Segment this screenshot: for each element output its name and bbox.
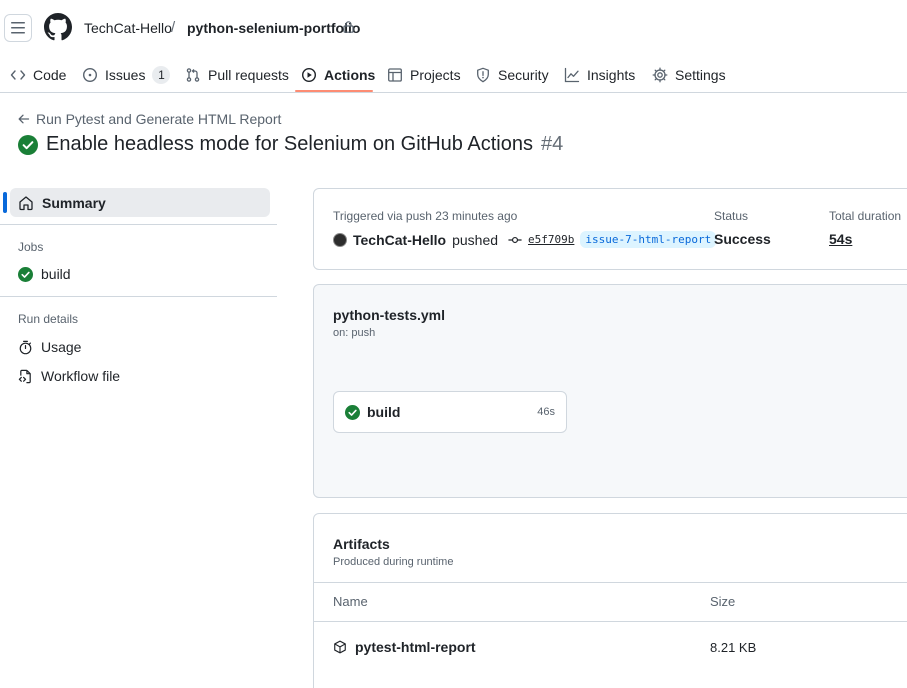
issue-icon — [82, 67, 98, 82]
sidebar-item-summary[interactable]: Summary — [10, 188, 270, 217]
workflow-file-name: python-tests.yml — [333, 307, 446, 323]
branch-label[interactable]: issue-7-html-report — [580, 231, 717, 248]
tab-insights[interactable]: Insights — [564, 56, 635, 93]
tab-settings[interactable]: Settings — [652, 56, 726, 93]
avatar[interactable] — [333, 232, 347, 247]
github-logo-icon[interactable] — [44, 13, 72, 41]
tab-actions[interactable]: Actions — [301, 56, 375, 93]
commit-icon — [508, 236, 522, 243]
run-number: #4 — [540, 133, 564, 155]
breadcrumb-separator: / — [171, 19, 176, 36]
pull-request-icon — [186, 67, 200, 82]
status-label: Status — [714, 209, 749, 223]
tab-pull-requests-label: Pull requests — [208, 66, 289, 83]
tab-projects-label: Projects — [410, 66, 461, 83]
workflow-name: Run Pytest and Generate HTML Report — [36, 111, 282, 127]
commit-sha-link[interactable]: e5f709b — [528, 233, 574, 246]
job-name: build — [367, 404, 401, 420]
table-icon — [388, 67, 402, 82]
sidebar-item-workflow-file[interactable]: Workflow file — [18, 368, 120, 384]
sidebar-build-label: build — [41, 266, 71, 282]
tab-issues-label: Issues — [105, 66, 146, 83]
breadcrumb-owner-link[interactable]: TechCat-Hello — [84, 20, 172, 36]
tab-security[interactable]: Security — [475, 56, 549, 93]
action-text: pushed — [452, 231, 499, 248]
active-tab-indicator — [295, 90, 373, 92]
workflow-graph-card: python-tests.yml on: push build 46s — [313, 284, 907, 498]
tab-insights-label: Insights — [587, 66, 636, 83]
workflow-back-link[interactable]: Run Pytest and Generate HTML Report — [18, 111, 281, 127]
sidebar-jobs-heading: Jobs — [18, 240, 44, 254]
tab-issues[interactable]: Issues 1 — [82, 56, 171, 93]
package-icon — [334, 640, 346, 654]
artifacts-card: Artifacts Produced during runtime Name S… — [313, 513, 907, 688]
artifacts-column-name: Name — [333, 594, 368, 609]
arrow-left-icon — [18, 114, 30, 124]
play-icon — [301, 67, 317, 82]
tab-actions-label: Actions — [324, 66, 376, 83]
run-title-text: Enable headless mode for Selenium on Git… — [46, 133, 533, 155]
code-icon — [10, 69, 26, 80]
stopwatch-icon — [19, 340, 32, 354]
workflow-trigger: on: push — [333, 327, 376, 339]
sidebar-item-usage[interactable]: Usage — [18, 339, 81, 355]
sidebar-divider — [0, 296, 277, 297]
trigger-text: Triggered via push 23 minutes ago — [333, 209, 518, 223]
sidebar-summary-label: Summary — [42, 194, 106, 211]
tab-projects[interactable]: Projects — [387, 56, 461, 93]
graph-icon — [564, 67, 580, 82]
hamburger-icon — [11, 22, 25, 34]
tab-pull-requests[interactable]: Pull requests — [185, 56, 289, 93]
home-icon — [19, 195, 33, 210]
actor-link[interactable]: TechCat-Hello — [353, 232, 446, 248]
gear-icon — [652, 67, 668, 82]
tab-security-label: Security — [498, 66, 549, 83]
artifacts-subtitle: Produced during runtime — [333, 556, 454, 568]
sidebar-item-build[interactable]: build — [18, 266, 71, 282]
issues-count-badge: 1 — [152, 65, 171, 84]
run-title: Enable headless mode for Selenium on Git… — [18, 133, 563, 156]
breadcrumb-repo-link[interactable]: python-selenium-portfolio — [187, 20, 360, 36]
artifact-size: 8.21 KB — [710, 640, 757, 655]
sidebar-workflow-file-label: Workflow file — [41, 368, 121, 384]
tab-code[interactable]: Code — [10, 56, 66, 93]
status-value: Success — [714, 231, 771, 247]
duration-label: Total duration — [829, 209, 902, 223]
run-summary-card: Triggered via push 23 minutes ago TechCa… — [313, 188, 907, 270]
sidebar-active-indicator — [3, 192, 7, 213]
table-row: pytest-html-report — [333, 639, 476, 655]
hamburger-menu-button[interactable] — [4, 14, 32, 42]
table-divider — [314, 621, 907, 622]
repo-nav-tabs: Code Issues 1 Pull requests Actions Proj… — [0, 56, 907, 93]
check-circle-filled-icon — [18, 134, 38, 155]
job-duration: 46s — [537, 406, 555, 418]
sidebar-divider — [0, 224, 277, 225]
trigger-line: TechCat-Hello pushed e5f709b issue-7-htm… — [333, 231, 717, 248]
artifacts-title: Artifacts — [333, 536, 390, 552]
table-divider — [314, 582, 907, 583]
tab-settings-label: Settings — [675, 66, 726, 83]
sidebar-usage-label: Usage — [41, 339, 82, 355]
lock-icon — [343, 21, 354, 33]
artifacts-column-size: Size — [710, 594, 736, 609]
tab-code-label: Code — [33, 66, 67, 83]
job-card-build[interactable]: build 46s — [333, 391, 567, 433]
top-header: TechCat-Hello / python-selenium-portfoli… — [0, 0, 907, 56]
shield-icon — [477, 67, 489, 82]
artifact-name-link[interactable]: pytest-html-report — [355, 639, 476, 655]
duration-value-link[interactable]: 54s — [829, 231, 852, 247]
sidebar-run-details-heading: Run details — [18, 312, 79, 326]
file-code-icon — [18, 369, 31, 383]
check-circle-filled-icon — [345, 405, 360, 420]
check-circle-filled-icon — [18, 266, 33, 282]
